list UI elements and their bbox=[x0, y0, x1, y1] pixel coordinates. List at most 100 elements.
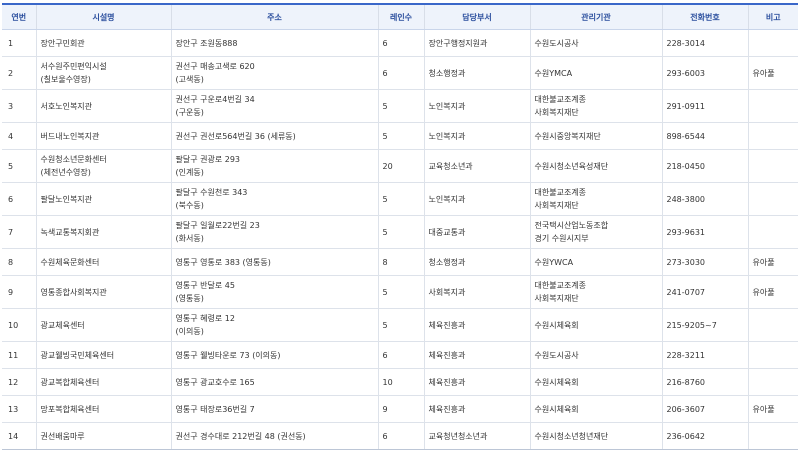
cell-facility-name-line: 수원체육문화센터 bbox=[40, 257, 100, 267]
cell-managing-org-line: 대한불교조계종 bbox=[534, 95, 587, 104]
cell-no: 9 bbox=[2, 275, 36, 309]
cell-managing-org-line: 사회복지재단 bbox=[534, 108, 579, 117]
cell-facility-name-line: (칠보울수영장) bbox=[40, 75, 91, 84]
header-facility-name: 시설명 bbox=[35, 3, 171, 30]
header-address: 주소 bbox=[170, 3, 378, 30]
cell-facility-name-line: 광교웰빙국민체육센터 bbox=[40, 350, 115, 360]
cell-address: 권선구 권선로564번길 36 (세류동) bbox=[170, 122, 378, 150]
cell-address: 권선구 구운로4번길 34 (구운동) bbox=[170, 89, 378, 123]
cell-note bbox=[747, 341, 798, 369]
cell-note bbox=[747, 149, 798, 183]
cell-address-line: (이의동) bbox=[175, 327, 204, 336]
cell-lanes: 9 bbox=[377, 395, 424, 423]
facility-table-container: 연번 시설명 주소 레인수 담당부서 관리기관 전화번호 비고 1 장안구민회관 장… bbox=[2, 3, 798, 450]
cell-managing-org: 대한불교조계종 사회복지재단 bbox=[529, 275, 662, 309]
cell-managing-org-line: 수원시체육회 bbox=[534, 404, 579, 414]
cell-no: 1 bbox=[2, 29, 36, 57]
cell-no: 10 bbox=[2, 308, 36, 342]
cell-address: 팔달구 권광로 293 (인계동) bbox=[170, 149, 378, 183]
cell-facility-name: 팔달노인복지관 bbox=[35, 182, 171, 216]
cell-facility-name: 서수원주민편익시설 (칠보울수영장) bbox=[35, 56, 171, 90]
cell-address: 장안구 조원동888 bbox=[170, 29, 378, 57]
cell-no: 6 bbox=[2, 182, 36, 216]
cell-facility-name: 수원청소년문화센터 (체전년수영장) bbox=[35, 149, 171, 183]
cell-managing-org: 수원YWCA bbox=[529, 248, 662, 276]
table-header-row: 연번 시설명 주소 레인수 담당부서 관리기관 전화번호 비고 bbox=[2, 3, 798, 30]
cell-phone: 228-3014 bbox=[661, 29, 748, 57]
cell-department: 교육청년청소년과 bbox=[423, 422, 530, 450]
cell-managing-org-line: 수원도시공사 bbox=[534, 38, 579, 48]
header-lanes: 레인수 bbox=[377, 3, 424, 30]
cell-managing-org: 수원시체육회 bbox=[529, 395, 662, 423]
cell-address-line: 권선구 매송고색로 620 bbox=[175, 62, 255, 71]
cell-managing-org-line: 수원시중앙복지재단 bbox=[534, 131, 601, 141]
cell-phone: 228-3211 bbox=[661, 341, 748, 369]
table-row: 4 버드내노인복지관 권선구 권선로564번길 36 (세류동) 5 노인복지과 수원시중… bbox=[2, 122, 798, 150]
cell-managing-org: 수원시체육회 bbox=[529, 308, 662, 342]
cell-phone: 218-0450 bbox=[661, 149, 748, 183]
cell-department: 청소행정과 bbox=[423, 56, 530, 90]
cell-managing-org-line: 수원YMCA bbox=[534, 68, 573, 78]
cell-phone: 236-0642 bbox=[661, 422, 748, 450]
cell-managing-org-line: 경기 수원시지부 bbox=[534, 234, 589, 243]
cell-facility-name: 영통종합사회복지관 bbox=[35, 275, 171, 309]
cell-address-line: 영통구 반달로 45 bbox=[175, 281, 235, 290]
cell-facility-name: 장안구민회관 bbox=[35, 29, 171, 57]
header-managing-org: 관리기관 bbox=[529, 3, 662, 30]
cell-address-line: 영통구 태장로36번길 7 bbox=[175, 404, 255, 414]
table-row: 10 광교체육센터 영통구 혜령로 12 (이의동) 5 체육진흥과 수원시체육회 215-9… bbox=[2, 308, 798, 342]
cell-department: 노인복지과 bbox=[423, 182, 530, 216]
cell-address: 권선구 매송고색로 620 (고색동) bbox=[170, 56, 378, 90]
cell-address: 팔달구 수원천로 343 (북수동) bbox=[170, 182, 378, 216]
table-row: 2 서수원주민편익시설 (칠보울수영장) 권선구 매송고색로 620 (고색동) 6 청소행… bbox=[2, 56, 798, 90]
cell-facility-name-line: 녹색교통복지회관 bbox=[40, 227, 100, 237]
cell-managing-org-line: 대한불교조계종 bbox=[534, 188, 587, 197]
cell-lanes: 6 bbox=[377, 29, 424, 57]
table-row: 6 팔달노인복지관 팔달구 수원천로 343 (북수동) 5 노인복지과 대한불교조계종 사회… bbox=[2, 182, 798, 216]
cell-no: 3 bbox=[2, 89, 36, 123]
cell-phone: 206-3607 bbox=[661, 395, 748, 423]
cell-facility-name-line: 서수원주민편익시설 bbox=[40, 62, 107, 71]
cell-note bbox=[747, 422, 798, 450]
cell-note bbox=[747, 308, 798, 342]
cell-note bbox=[747, 215, 798, 249]
cell-lanes: 5 bbox=[377, 89, 424, 123]
cell-note bbox=[747, 368, 798, 396]
cell-phone: 248-3800 bbox=[661, 182, 748, 216]
cell-facility-name: 권선배움마루 bbox=[35, 422, 171, 450]
cell-managing-org: 수원시중앙복지재단 bbox=[529, 122, 662, 150]
cell-managing-org: 수원도시공사 bbox=[529, 341, 662, 369]
cell-address: 영통구 혜령로 12 (이의동) bbox=[170, 308, 378, 342]
table-row: 14 권선배움마루 권선구 경수대로 212번길 48 (권선동) 6 교육청년청소년과… bbox=[2, 422, 798, 450]
cell-facility-name-line: 광교복합체육센터 bbox=[40, 377, 100, 387]
cell-department: 체육진흥과 bbox=[423, 395, 530, 423]
table-row: 5 수원청소년문화센터 (체전년수영장) 팔달구 권광로 293 (인계동) 20 교육청소… bbox=[2, 149, 798, 183]
cell-department: 청소행정과 bbox=[423, 248, 530, 276]
cell-note bbox=[747, 29, 798, 57]
cell-facility-name: 광교웰빙국민체육센터 bbox=[35, 341, 171, 369]
cell-facility-name: 녹색교통복지회관 bbox=[35, 215, 171, 249]
cell-department: 체육진흥과 bbox=[423, 368, 530, 396]
cell-address-line: 영통구 웰빙타운로 73 (이의동) bbox=[175, 350, 281, 360]
cell-department: 노인복지과 bbox=[423, 89, 530, 123]
cell-phone: 273-3030 bbox=[661, 248, 748, 276]
cell-managing-org: 대한불교조계종사회복지재단 bbox=[529, 89, 662, 123]
cell-managing-org: 수원YMCA bbox=[529, 56, 662, 90]
cell-address-line: 팔달구 일월로22번길 23 bbox=[175, 221, 260, 230]
cell-phone: 293-6003 bbox=[661, 56, 748, 90]
facility-table: 연번 시설명 주소 레인수 담당부서 관리기관 전화번호 비고 1 장안구민회관 장… bbox=[2, 3, 798, 450]
cell-facility-name-line: 수원청소년문화센터 bbox=[40, 155, 107, 164]
cell-facility-name-line: (체전년수영장) bbox=[40, 168, 91, 177]
cell-managing-org-line: 수원도시공사 bbox=[534, 350, 579, 360]
cell-no: 2 bbox=[2, 56, 36, 90]
table-row: 12 광교복합체육센터 영통구 광교호수로 165 10 체육진흥과 수원시체육회 216-… bbox=[2, 368, 798, 396]
header-no: 연번 bbox=[2, 3, 36, 30]
cell-department: 노인복지과 bbox=[423, 122, 530, 150]
cell-managing-org-line: 수원시체육회 bbox=[534, 320, 579, 330]
cell-managing-org: 수원도시공사 bbox=[529, 29, 662, 57]
cell-address-line: 권선구 구운로4번길 34 bbox=[175, 95, 255, 104]
table-row: 1 장안구민회관 장안구 조원동888 6 장안구행정지원과 수원도시공사 228-3014 bbox=[2, 29, 798, 57]
cell-managing-org-line: 대한불교조계종 bbox=[534, 281, 587, 290]
cell-address-line: (북수동) bbox=[175, 201, 204, 210]
cell-facility-name: 광교체육센터 bbox=[35, 308, 171, 342]
